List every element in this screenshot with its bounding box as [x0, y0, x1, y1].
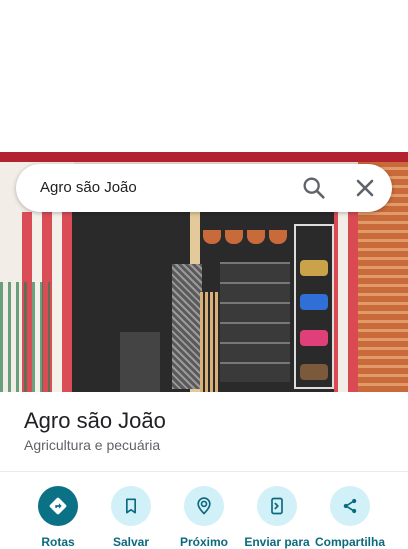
save-label: Salvar [112, 535, 150, 549]
nearby-label: Próximo [179, 535, 228, 549]
photo-spool [300, 364, 328, 380]
place-name: Agro são João [24, 408, 166, 433]
directions-label: Rotas [41, 535, 75, 549]
close-icon[interactable] [351, 174, 379, 202]
share-label: Compartilha [314, 535, 385, 549]
photo-spool [300, 330, 328, 346]
photo-poles [200, 292, 220, 392]
share-button[interactable]: Compartilha [312, 486, 388, 549]
photo-spool [300, 294, 328, 310]
place-category[interactable]: Agricultura e pecuária [24, 437, 160, 453]
photo-wire-mesh [172, 264, 202, 389]
photo-awning [0, 152, 408, 162]
photo-pots [203, 230, 293, 246]
photo-shelf [220, 262, 290, 382]
photo-spool [300, 260, 328, 276]
directions-button[interactable]: Rotas [20, 486, 96, 549]
directions-icon [38, 486, 78, 526]
nearby-icon [184, 486, 224, 526]
search-bar[interactable]: Agro são João [16, 164, 392, 212]
photo-bags [120, 332, 160, 392]
search-icon[interactable] [300, 174, 328, 202]
send-to-phone-icon [257, 486, 297, 526]
send-to-phone-button[interactable]: Enviar para [239, 486, 315, 549]
bookmark-icon [111, 486, 151, 526]
photo-rakes [0, 282, 50, 392]
nearby-button[interactable]: Próximo [166, 486, 242, 549]
send-to-phone-label: Enviar para [244, 535, 310, 549]
divider [0, 471, 408, 472]
share-icon [330, 486, 370, 526]
save-button[interactable]: Salvar [93, 486, 169, 549]
search-query[interactable]: Agro são João [40, 164, 137, 212]
